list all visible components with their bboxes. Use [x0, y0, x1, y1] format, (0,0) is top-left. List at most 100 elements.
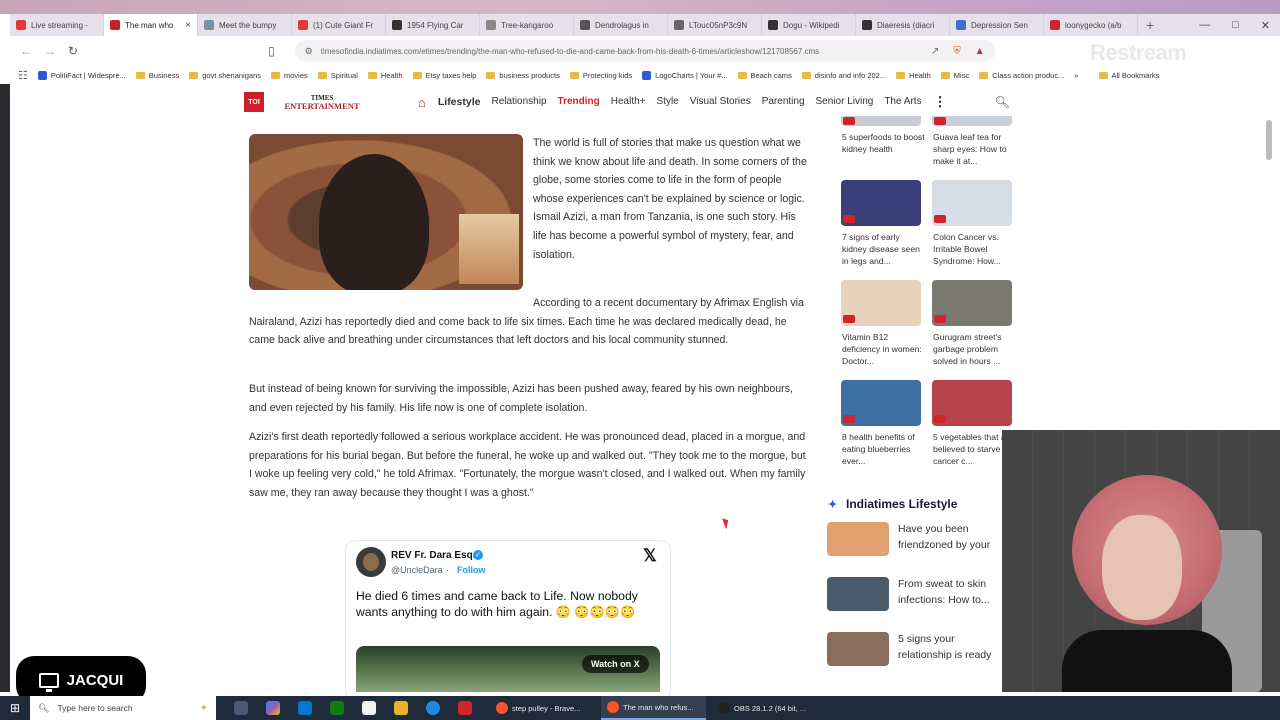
xbox-icon[interactable]	[330, 701, 344, 715]
bookmark-item[interactable]: disinfo and info 202...	[801, 71, 886, 80]
related-article-caption[interactable]: 8 health benefits of eating blueberries …	[842, 431, 926, 467]
follow-button[interactable]: Follow	[457, 565, 486, 575]
bookmark-item[interactable]: govt shenanigans	[189, 71, 261, 80]
close-window-icon[interactable]: ✕	[1261, 19, 1270, 32]
bookmarks-overflow-button[interactable]: »	[1074, 71, 1078, 80]
browser-tab[interactable]: Diaeresis (diacri	[856, 14, 950, 36]
site-nav-style[interactable]: Style	[657, 96, 679, 108]
bookmark-item[interactable]: Misc	[940, 71, 969, 80]
brave-rewards-icon[interactable]: ▲	[975, 46, 985, 57]
notepad-icon[interactable]	[362, 701, 376, 715]
browser-tab[interactable]: (1) Cute Giant Fr	[292, 14, 386, 36]
related-article-thumbnail[interactable]	[841, 280, 921, 326]
watch-on-x-button[interactable]: Watch on X	[582, 655, 649, 673]
back-icon[interactable]: ←	[20, 44, 32, 58]
browser-tab[interactable]: Tree-kangaroo	[480, 14, 574, 36]
page-scrollbar[interactable]	[1266, 120, 1272, 160]
taskbar-app-button[interactable]: The man who refus...	[601, 696, 706, 720]
more-menu-icon[interactable]: ⋮	[934, 94, 947, 110]
bookmark-item[interactable]: Health	[367, 71, 403, 80]
bookmark-item[interactable]: Beach cams	[737, 71, 792, 80]
minimize-icon[interactable]: —	[1199, 19, 1210, 32]
bookmark-item[interactable]: Protecting kids	[569, 71, 632, 80]
bookmark-item[interactable]: Spiritual	[317, 71, 358, 80]
site-nav-health[interactable]: Health+	[611, 96, 646, 108]
browser-tab[interactable]: Dendrolagus in	[574, 14, 668, 36]
bookmark-item[interactable]: movies	[271, 71, 308, 80]
browser-tab[interactable]: Dogu - Wikipedi	[762, 14, 856, 36]
new-tab-button[interactable]: +	[1146, 17, 1154, 33]
site-nav-relationship[interactable]: Relationship	[491, 96, 546, 108]
outlook-icon[interactable]	[298, 701, 312, 715]
browser-tab[interactable]: loonygecko (a/b	[1044, 14, 1138, 36]
bookmark-item[interactable]: Etsy taxes help	[412, 71, 476, 80]
site-info-icon[interactable]: ⚙	[305, 46, 313, 57]
taskbar-app-button[interactable]: step pulley - Brave...	[490, 696, 595, 720]
site-nav-trending[interactable]: Trending	[558, 96, 600, 108]
related-article-caption[interactable]: Colon Cancer vs. Irritable Bowel Syndrom…	[933, 231, 1017, 267]
address-bar[interactable]: ⚙ timesofindia.indiatimes.com/etimes/tre…	[294, 40, 995, 62]
bookmark-icon[interactable]: ▯	[268, 44, 275, 58]
brave-shields-icon[interactable]: ⛨	[953, 46, 961, 57]
file-explorer-icon[interactable]	[394, 701, 408, 715]
bookmark-label: »	[1074, 70, 1079, 80]
maximize-icon[interactable]: □	[1232, 19, 1239, 32]
browser-tab[interactable]: The man who ×	[104, 14, 198, 36]
browser-tab[interactable]: 1954 Flying Car	[386, 14, 480, 36]
related-article-caption[interactable]: 5 superfoods to boost kidney health	[842, 131, 926, 155]
related-article-caption[interactable]: Guava leaf tea for sharp eyes: How to ma…	[933, 131, 1017, 167]
related-article-thumbnail[interactable]	[841, 380, 921, 426]
bookmark-item[interactable]: LogoCharts | Your #...	[642, 70, 728, 80]
bookmark-item[interactable]: Class action produc...	[979, 71, 1064, 80]
close-tab-icon[interactable]: ×	[185, 20, 191, 31]
tweet-avatar[interactable]	[356, 547, 386, 577]
tab-favicon-icon	[110, 20, 120, 30]
copilot-icon[interactable]	[266, 701, 280, 715]
related-article-thumbnail[interactable]	[932, 180, 1012, 226]
lifestyle-list-item[interactable]: 5 signs your relationship is ready	[827, 632, 1007, 666]
site-nav-lifestyle[interactable]: Lifestyle	[438, 96, 481, 108]
share-icon[interactable]: ↗	[931, 46, 939, 57]
site-nav-visual-stories[interactable]: Visual Stories	[690, 96, 751, 108]
lifestyle-list-item[interactable]: From sweat to skin infections: How to...	[827, 577, 1007, 611]
browser-tab[interactable]: LTouc05nP3c9N	[668, 14, 762, 36]
lifestyle-list-item[interactable]: Have you been friendzoned by your	[827, 522, 1007, 556]
related-article-caption[interactable]: Vitamin B12 deficiency in women: Doctor.…	[842, 331, 926, 367]
browser-tab[interactable]: Meet the bumpy	[198, 14, 292, 36]
search-icon[interactable]: 🔍︎	[995, 95, 1010, 109]
site-nav-senior-living[interactable]: Senior Living	[816, 96, 874, 108]
bookmark-item[interactable]: Health	[896, 71, 931, 80]
bookmark-item[interactable]: PolitiFact | Widespre...	[37, 70, 126, 80]
bookmark-item[interactable]: Business	[135, 71, 179, 80]
related-article-thumbnail[interactable]	[932, 280, 1012, 326]
site-nav-the-arts[interactable]: The Arts	[884, 96, 921, 108]
related-article-thumbnail[interactable]	[841, 180, 921, 226]
windows-start-icon[interactable]: ⊞	[0, 701, 30, 715]
bookmark-item[interactable]: business products	[486, 71, 560, 80]
apps-grid-icon[interactable]: ☷	[18, 69, 28, 82]
bookmark-item[interactable]: All Bookmarks	[1098, 71, 1159, 80]
toi-logo[interactable]: TOI	[244, 92, 264, 112]
related-article-thumbnail[interactable]	[932, 380, 1012, 426]
task-view-icon[interactable]	[234, 701, 248, 715]
browser-tab[interactable]: Live streaming -	[10, 14, 104, 36]
browser-tab[interactable]: Depression Sen	[950, 14, 1044, 36]
site-nav-parenting[interactable]: Parenting	[762, 96, 805, 108]
tweet-author-name[interactable]: REV Fr. Dara Esq.	[391, 550, 475, 561]
tweet-handle[interactable]: @UncleDara	[391, 565, 443, 575]
related-article-thumbnail[interactable]	[932, 116, 1012, 126]
related-article-thumbnail[interactable]	[841, 116, 921, 126]
tab-favicon-icon	[862, 20, 872, 30]
taskbar-app-button[interactable]: OBS 28.1.2 (64 bit, ...	[712, 696, 817, 720]
reload-icon[interactable]: ↻	[68, 44, 78, 58]
taskbar-search-box[interactable]: 🔍︎ Type here to search ✦	[30, 696, 216, 720]
streamer-name: JACQUI	[66, 671, 124, 689]
related-article-caption[interactable]: 7 signs of early kidney disease seen in …	[842, 231, 926, 267]
related-article-caption[interactable]: Gurugram street's garbage problem solved…	[933, 331, 1017, 367]
x-logo-icon[interactable]: 𝕏	[643, 546, 657, 566]
times-entertainment-logo[interactable]: TIMES ENTERTAINMENT	[282, 94, 362, 110]
forward-icon[interactable]: →	[44, 44, 56, 58]
app-icon[interactable]	[458, 701, 472, 715]
home-icon[interactable]: ⌂	[418, 95, 426, 110]
edge-icon[interactable]	[426, 701, 440, 715]
